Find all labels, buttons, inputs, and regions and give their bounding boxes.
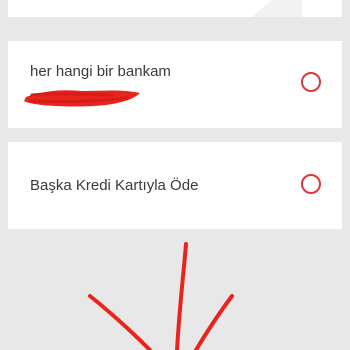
- payment-option-bank[interactable]: her hangi bir bankam: [8, 41, 342, 128]
- radio-unselected-icon[interactable]: [301, 174, 321, 194]
- previous-option-card[interactable]: [8, 0, 342, 17]
- payment-option-label: her hangi bir bankam: [30, 63, 171, 80]
- redaction-scribble: [24, 90, 140, 107]
- card-edge-decoration: [252, 0, 302, 17]
- payment-option-label: Başka Kredi Kartıyla Öde: [30, 177, 199, 194]
- radio-unselected-icon[interactable]: [301, 72, 321, 92]
- annotation-arrow-drawing: [88, 242, 234, 350]
- payment-method-screen: her hangi bir bankam Başka Kredi Kartıyl…: [0, 0, 350, 350]
- payment-option-other-card[interactable]: Başka Kredi Kartıyla Öde: [8, 142, 342, 229]
